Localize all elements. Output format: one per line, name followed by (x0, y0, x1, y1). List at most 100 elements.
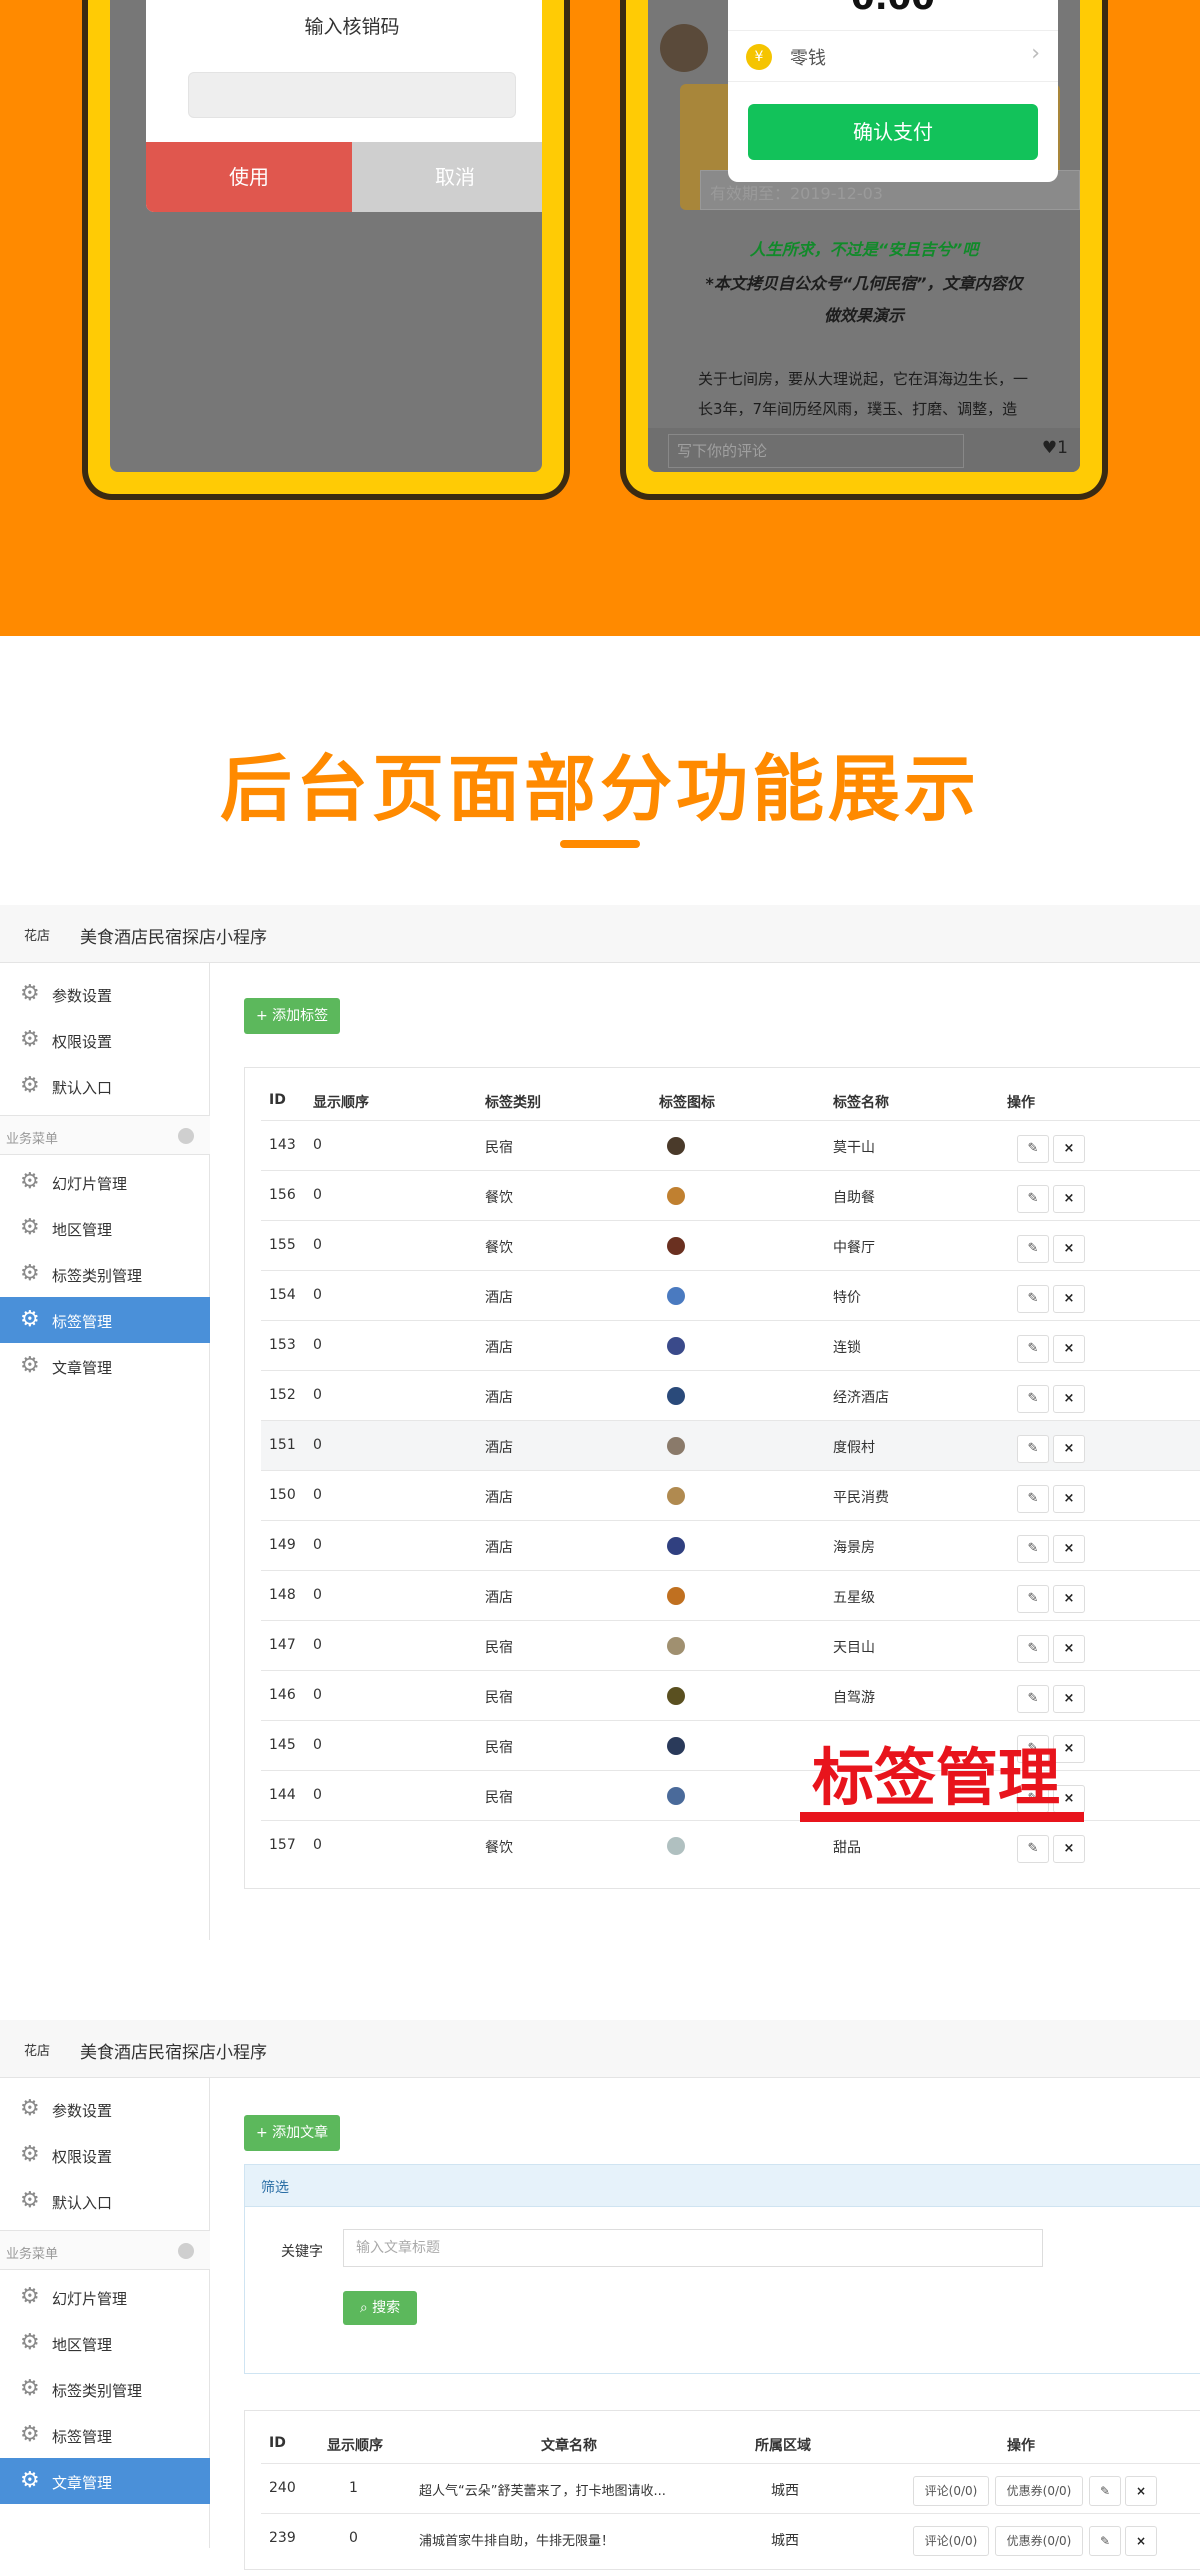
edit-icon[interactable]: ✎ (1017, 1385, 1049, 1413)
sidebar-item-label: 标签类别管理 (52, 2382, 143, 2400)
tag-category: 餐饮 (485, 1190, 513, 1206)
sidebar-item-articles[interactable]: ⚙ 文章管理 (0, 1343, 210, 1389)
keyword-input[interactable]: 输入文章标题 (343, 2229, 1043, 2267)
sidebar-item-regions[interactable]: ⚙ 地区管理 (0, 1205, 210, 1251)
edit-icon[interactable]: ✎ (1017, 1185, 1049, 1213)
sidebar-item-default-entry[interactable]: ⚙ 默认入口 (0, 1063, 210, 1109)
delete-icon[interactable]: × (1125, 2476, 1157, 2506)
column-header: 所属区域 (755, 2438, 811, 2454)
tag-category: 餐饮 (485, 1240, 513, 1256)
tag-icon-thumbnail (667, 1837, 685, 1855)
like-counter[interactable]: ♥1 (1042, 438, 1068, 458)
column-header: 标签图标 (659, 1095, 715, 1111)
delete-icon[interactable]: × (1053, 1335, 1085, 1363)
sidebar-item-slides[interactable]: ⚙ 幻灯片管理 (0, 2274, 210, 2320)
edit-icon[interactable]: ✎ (1017, 1135, 1049, 1163)
sidebar-section-business[interactable]: 业务菜单 (0, 2230, 210, 2270)
article-title: 超人气“云朵”舒芙蕾来了，打卡地图请收... (419, 2484, 666, 2499)
verify-code-dialog: 输入核销码 使用 取消 (146, 0, 542, 212)
sidebar-item-tags[interactable]: ⚙ 标签管理 (0, 2412, 210, 2458)
sidebar-item-permissions[interactable]: ⚙ 权限设置 (0, 1017, 210, 1063)
sidebar-item-tags[interactable]: ⚙ 标签管理 (0, 1297, 210, 1343)
delete-icon[interactable]: × (1053, 1535, 1085, 1563)
add-tag-button[interactable]: + 添加标签 (244, 998, 341, 1034)
cancel-button[interactable]: 取消 (352, 142, 542, 212)
delete-icon[interactable]: × (1053, 1385, 1085, 1413)
coupons-button[interactable]: 优惠券(0/0) (995, 2526, 1083, 2556)
edit-icon[interactable]: ✎ (1017, 1485, 1049, 1513)
confirm-pay-button[interactable]: 确认支付 (748, 104, 1038, 160)
edit-icon[interactable]: ✎ (1017, 1285, 1049, 1313)
comment-bar: 写下你的评论 ♥1 (648, 428, 1080, 472)
tag-id: 154 (269, 1287, 296, 1303)
filter-panel: 筛选 关键字 输入文章标题 ⌕ 搜索 (244, 2164, 1200, 2374)
use-button[interactable]: 使用 (146, 142, 352, 212)
tag-management-callout: 标签管理 (812, 1741, 1061, 1814)
edit-icon[interactable]: ✎ (1017, 1685, 1049, 1713)
delete-icon[interactable]: × (1053, 1835, 1085, 1863)
gear-icon: ⚙ (20, 2142, 40, 2167)
edit-icon[interactable]: ✎ (1017, 1535, 1049, 1563)
coupons-button[interactable]: 优惠券(0/0) (995, 2476, 1083, 2506)
comment-input[interactable]: 写下你的评论 (668, 434, 964, 468)
coin-icon: ¥ (746, 44, 772, 70)
tag-name: 天目山 (833, 1640, 875, 1656)
tag-category: 酒店 (485, 1340, 513, 1356)
sidebar-item-label: 参数设置 (52, 987, 113, 1005)
delete-icon[interactable]: × (1053, 1235, 1085, 1263)
table-row: 153 0 酒店 连锁 ✎ × (261, 1320, 1200, 1370)
search-button[interactable]: ⌕ 搜索 (343, 2291, 417, 2325)
edit-icon[interactable]: ✎ (1017, 1335, 1049, 1363)
delete-icon[interactable]: × (1053, 1635, 1085, 1663)
delete-icon[interactable]: × (1053, 1685, 1085, 1713)
delete-icon[interactable]: × (1053, 1485, 1085, 1513)
gear-icon: ⚙ (20, 1261, 40, 1286)
edit-icon[interactable]: ✎ (1017, 1435, 1049, 1463)
tag-order: 0 (313, 1487, 322, 1503)
sidebar-item-articles[interactable]: ⚙ 文章管理 (0, 2458, 210, 2504)
sidebar-item-label: 标签类别管理 (52, 1267, 143, 1285)
delete-icon[interactable]: × (1053, 1285, 1085, 1313)
delete-icon[interactable]: × (1125, 2526, 1157, 2556)
sidebar-item-regions[interactable]: ⚙ 地区管理 (0, 2320, 210, 2366)
sidebar-item-slides[interactable]: ⚙ 幻灯片管理 (0, 1159, 210, 1205)
edit-icon[interactable]: ✎ (1089, 2476, 1121, 2506)
add-article-button[interactable]: + 添加文章 (244, 2115, 341, 2151)
sidebar-item-settings[interactable]: ⚙ 参数设置 (0, 2086, 210, 2132)
admin-title: 美食酒店民宿探店小程序 (80, 2043, 267, 2063)
edit-icon[interactable]: ✎ (1017, 1635, 1049, 1663)
sidebar-item-default-entry[interactable]: ⚙ 默认入口 (0, 2178, 210, 2224)
delete-icon[interactable]: × (1053, 1185, 1085, 1213)
tag-icon-thumbnail (667, 1587, 685, 1605)
table-row: 155 0 餐饮 中餐厅 ✎ × (261, 1220, 1200, 1270)
tag-icon-thumbnail (667, 1137, 685, 1155)
delete-icon[interactable]: × (1053, 1435, 1085, 1463)
sidebar-item-label: 默认入口 (52, 1079, 113, 1097)
search-button-label: 搜索 (372, 2300, 401, 2316)
sidebar-item-permissions[interactable]: ⚙ 权限设置 (0, 2132, 210, 2178)
tag-category: 民宿 (485, 1140, 513, 1156)
comments-button[interactable]: 评论(0/0) (913, 2526, 989, 2556)
edit-icon[interactable]: ✎ (1017, 1835, 1049, 1863)
pay-method-label: 零钱 (790, 48, 826, 69)
sidebar-section-business[interactable]: 业务菜单 (0, 1115, 210, 1155)
edit-icon[interactable]: ✎ (1017, 1235, 1049, 1263)
phone-bezel: 有效期至：2019-12-03 人生所求，不过是“安且吉兮”吧 *本文拷贝自公众… (626, 0, 1102, 494)
sidebar-item-settings[interactable]: ⚙ 参数设置 (0, 971, 210, 1017)
pay-method-row[interactable]: ¥ 零钱 › (728, 30, 1058, 82)
tag-name: 中餐厅 (833, 1240, 875, 1256)
delete-icon[interactable]: × (1053, 1135, 1085, 1163)
column-header: 显示顺序 (313, 1095, 369, 1111)
sidebar-item-tag-categories[interactable]: ⚙ 标签类别管理 (0, 2366, 210, 2412)
tag-id: 156 (269, 1187, 296, 1203)
gear-icon: ⚙ (20, 1027, 40, 1052)
tag-order: 0 (313, 1437, 322, 1453)
comments-button[interactable]: 评论(0/0) (913, 2476, 989, 2506)
delete-icon[interactable]: × (1053, 1585, 1085, 1613)
sidebar-item-tag-categories[interactable]: ⚙ 标签类别管理 (0, 1251, 210, 1297)
tag-name: 度假村 (833, 1440, 875, 1456)
edit-icon[interactable]: ✎ (1089, 2526, 1121, 2556)
edit-icon[interactable]: ✎ (1017, 1585, 1049, 1613)
gear-icon: ⚙ (20, 2422, 40, 2447)
verify-code-input[interactable] (188, 72, 516, 118)
